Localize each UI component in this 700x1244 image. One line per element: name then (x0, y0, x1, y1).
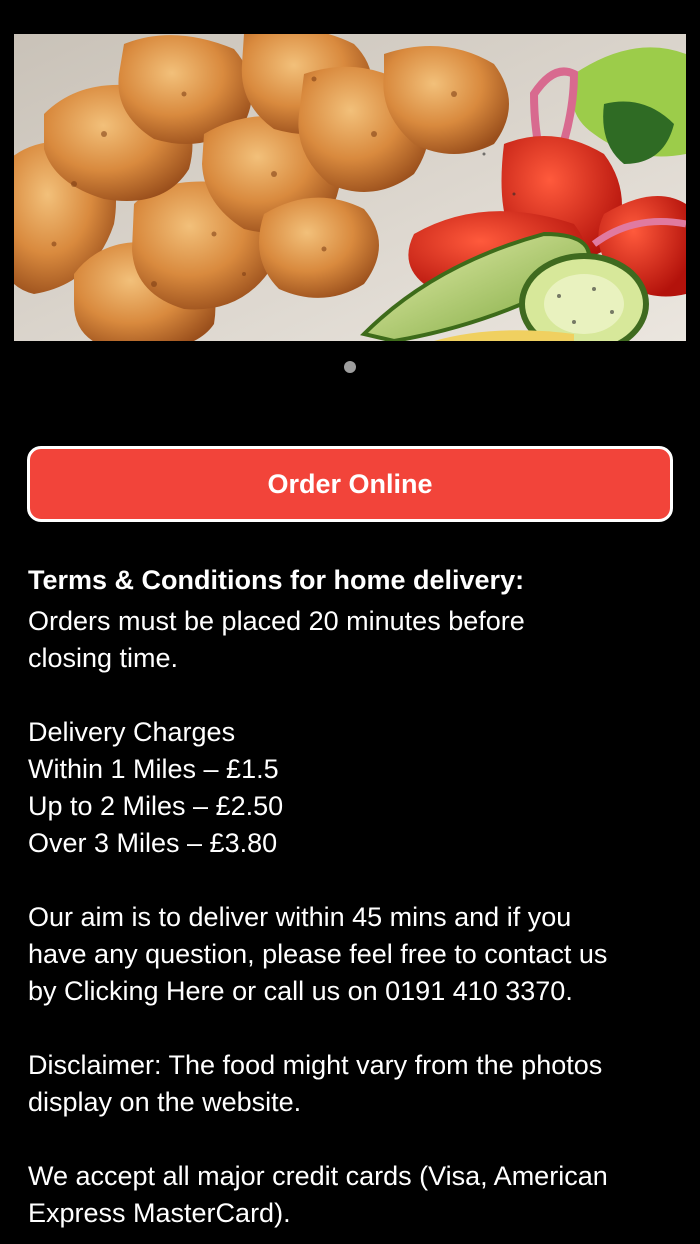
delivery-aim-line-2: have any question, please feel free to c… (28, 939, 608, 969)
cards-line-2: Express MasterCard). (28, 1198, 291, 1228)
carousel-dot-active[interactable] (344, 361, 356, 373)
terms-section: Terms & Conditions for home delivery: Or… (28, 562, 678, 1232)
delivery-charge-3: Over 3 Miles – £3.80 (28, 828, 278, 858)
orders-note-line-2: closing time. (28, 643, 179, 673)
hero-image (14, 34, 686, 341)
cards-line-1: We accept all major credit cards (Visa, … (28, 1161, 608, 1191)
orders-note-line-1: Orders must be placed 20 minutes before (28, 606, 525, 636)
delivery-charges-title: Delivery Charges (28, 717, 236, 747)
carousel-pager (0, 361, 700, 373)
disclaimer-line-2: display on the website. (28, 1087, 302, 1117)
delivery-aim-line-1: Our aim is to deliver within 45 mins and… (28, 902, 572, 932)
delivery-aim-line-3[interactable]: by Clicking Here or call us on 0191 410 … (28, 973, 678, 1010)
food-photo (14, 34, 686, 341)
delivery-charge-1: Within 1 Miles – £1.5 (28, 754, 279, 784)
terms-heading: Terms & Conditions for home delivery: (28, 565, 525, 595)
disclaimer-line-1: Disclaimer: The food might vary from the… (28, 1050, 603, 1080)
delivery-charge-2: Up to 2 Miles – £2.50 (28, 791, 284, 821)
order-online-button[interactable]: Order Online (27, 446, 673, 522)
